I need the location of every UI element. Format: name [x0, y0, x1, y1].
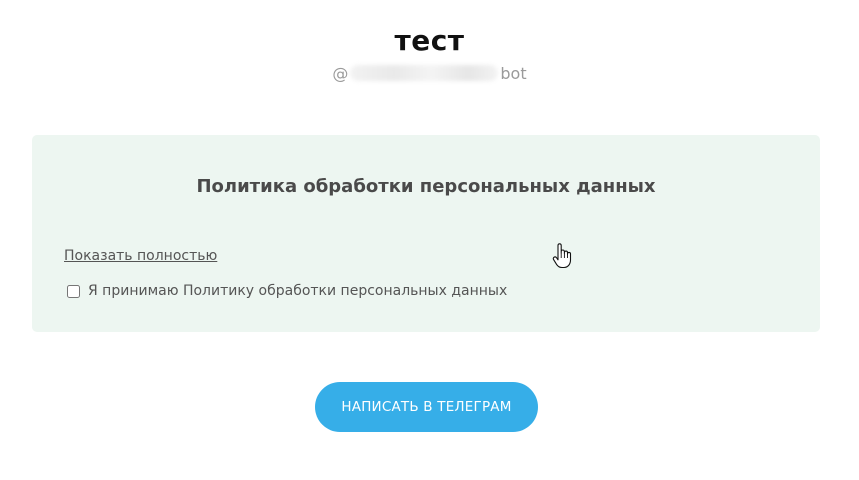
username-redacted [350, 65, 499, 81]
write-telegram-button[interactable]: НАПИСАТЬ В ТЕЛЕГРАМ [315, 382, 538, 432]
consent-row[interactable]: Я принимаю Политику обработки персональн… [67, 283, 507, 299]
username-suffix: bot [500, 64, 527, 83]
policy-title: Политика обработки персональных данных [196, 176, 656, 197]
consent-checkbox[interactable] [67, 284, 80, 298]
show-full-link[interactable]: Показать полностью [64, 248, 217, 264]
bot-title: тест [394, 24, 465, 57]
page: тест @ bot Политика обработки персональны… [0, 0, 859, 480]
hand-pointer-icon [552, 243, 572, 269]
username-prefix: @ [332, 64, 349, 83]
policy-card: Политика обработки персональных данных П… [32, 135, 820, 332]
bot-username: @ bot [0, 64, 859, 83]
consent-label: Я принимаю Политику обработки персональн… [88, 283, 508, 299]
